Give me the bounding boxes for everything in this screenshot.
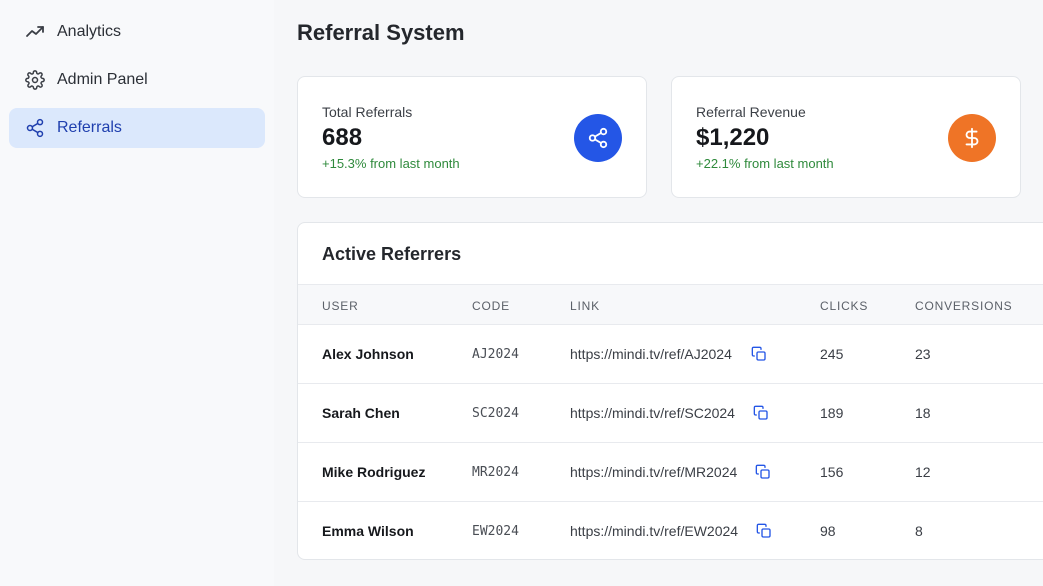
table-title: Active Referrers bbox=[322, 244, 462, 264]
share-icon bbox=[574, 114, 622, 162]
cell-clicks: 156 bbox=[820, 464, 844, 480]
copy-icon[interactable] bbox=[750, 345, 768, 363]
table-row: Alex Johnson AJ2024 https://mindi.tv/ref… bbox=[298, 324, 1043, 383]
cell-conversions: 8 bbox=[915, 523, 923, 539]
cell-clicks: 98 bbox=[820, 523, 836, 539]
column-header-code: Code bbox=[472, 299, 510, 313]
column-header-clicks: Clicks bbox=[820, 299, 869, 313]
dollar-icon bbox=[948, 114, 996, 162]
column-header-link: Link bbox=[570, 299, 600, 313]
cell-code: MR2024 bbox=[472, 465, 519, 480]
cell-code: AJ2024 bbox=[472, 347, 519, 362]
stat-delta: +22.1% from last month bbox=[696, 156, 834, 171]
active-referrers-table: Active Referrers User Code Link Clicks C… bbox=[297, 222, 1043, 560]
copy-icon[interactable] bbox=[752, 404, 770, 422]
stat-card-total-referrals: Total Referrals 688 +15.3% from last mon… bbox=[297, 76, 647, 198]
sidebar-item-label: Analytics bbox=[57, 23, 122, 40]
stat-card-referral-revenue: Referral Revenue $1,220 +22.1% from last… bbox=[671, 76, 1021, 198]
main-content: Referral System Total Referrals 688 +15.… bbox=[274, 0, 1043, 586]
page-title: Referral System bbox=[297, 20, 465, 45]
copy-icon[interactable] bbox=[754, 463, 772, 481]
cell-conversions: 23 bbox=[915, 346, 931, 362]
cell-link[interactable]: https://mindi.tv/ref/AJ2024 bbox=[570, 346, 732, 362]
sidebar-item-label: Admin Panel bbox=[57, 71, 148, 88]
cell-clicks: 245 bbox=[820, 346, 844, 362]
share-icon bbox=[25, 118, 45, 138]
table-header: User Code Link Clicks Conversions bbox=[298, 284, 1043, 325]
cell-user: Sarah Chen bbox=[322, 405, 400, 421]
stat-value: 688 bbox=[322, 124, 363, 151]
table-row: Mike Rodriguez MR2024 https://mindi.tv/r… bbox=[298, 442, 1043, 501]
cell-user: Mike Rodriguez bbox=[322, 464, 426, 480]
sidebar-item-label: Referrals bbox=[57, 119, 122, 136]
cell-user: Emma Wilson bbox=[322, 523, 414, 539]
cell-code: SC2024 bbox=[472, 406, 519, 421]
column-header-user: User bbox=[322, 299, 359, 313]
table-row: Emma Wilson EW2024 https://mindi.tv/ref/… bbox=[298, 501, 1043, 559]
gear-icon bbox=[25, 70, 45, 90]
sidebar-item-admin-panel[interactable]: Admin Panel bbox=[9, 60, 265, 100]
cell-link[interactable]: https://mindi.tv/ref/SC2024 bbox=[570, 405, 735, 421]
cell-user: Alex Johnson bbox=[322, 346, 414, 362]
sidebar-item-referrals[interactable]: Referrals bbox=[9, 108, 265, 148]
table-row: Sarah Chen SC2024 https://mindi.tv/ref/S… bbox=[298, 383, 1043, 442]
trending-up-icon bbox=[25, 22, 45, 42]
cell-code: EW2024 bbox=[472, 524, 519, 539]
cell-clicks: 189 bbox=[820, 405, 844, 421]
sidebar-item-analytics[interactable]: Analytics bbox=[9, 12, 265, 52]
cell-conversions: 18 bbox=[915, 405, 931, 421]
stat-label: Referral Revenue bbox=[696, 104, 806, 120]
sidebar: Analytics Admin Panel Referrals bbox=[0, 0, 274, 586]
cell-link[interactable]: https://mindi.tv/ref/MR2024 bbox=[570, 464, 737, 480]
copy-icon[interactable] bbox=[755, 522, 773, 540]
cell-link[interactable]: https://mindi.tv/ref/EW2024 bbox=[570, 523, 738, 539]
cell-conversions: 12 bbox=[915, 464, 931, 480]
stat-delta: +15.3% from last month bbox=[322, 156, 460, 171]
stat-label: Total Referrals bbox=[322, 104, 413, 120]
column-header-conversions: Conversions bbox=[915, 299, 1013, 313]
stat-value: $1,220 bbox=[696, 124, 770, 151]
